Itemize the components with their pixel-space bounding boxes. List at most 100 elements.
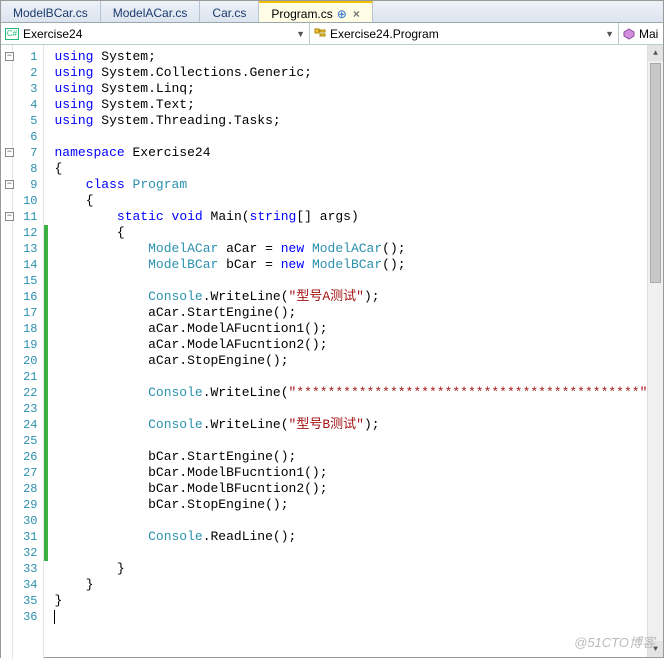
code-line[interactable] (54, 401, 663, 417)
line-number: 28 (13, 481, 37, 497)
code-line[interactable]: { (54, 225, 663, 241)
tab-label: ModelACar.cs (113, 6, 188, 20)
fold-toggle[interactable]: − (5, 180, 14, 189)
chevron-down-icon: ▼ (296, 29, 305, 39)
line-number: 34 (13, 577, 37, 593)
scroll-up-button[interactable]: ▲ (648, 45, 663, 61)
code-area[interactable]: using System;using System.Collections.Ge… (44, 45, 663, 659)
code-line[interactable]: Console.WriteLine("*********************… (54, 385, 663, 401)
code-line[interactable] (54, 129, 663, 145)
scope-dropdown-right[interactable]: Exercise24.Program ▼ (310, 23, 619, 44)
line-number: 21 (13, 369, 37, 385)
line-number: 10 (13, 193, 37, 209)
line-number: 31 (13, 529, 37, 545)
code-line[interactable] (54, 513, 663, 529)
code-line[interactable]: { (54, 193, 663, 209)
line-number: 9 (13, 177, 37, 193)
code-line[interactable]: aCar.StopEngine(); (54, 353, 663, 369)
line-number: 33 (13, 561, 37, 577)
line-number: 17 (13, 305, 37, 321)
code-line[interactable]: using System.Linq; (54, 81, 663, 97)
line-number: 24 (13, 417, 37, 433)
code-line[interactable] (54, 369, 663, 385)
line-number: 16 (13, 289, 37, 305)
class-icon (314, 28, 326, 40)
code-line[interactable] (54, 545, 663, 561)
fold-toggle[interactable]: − (5, 52, 14, 61)
fold-toggle[interactable]: − (5, 212, 14, 221)
line-number: 13 (13, 241, 37, 257)
line-number-gutter: 1234567891011121314151617181920212223242… (13, 45, 44, 659)
close-icon[interactable]: × (353, 7, 360, 21)
csharp-icon: C# (5, 28, 19, 40)
code-line[interactable]: aCar.StartEngine(); (54, 305, 663, 321)
line-number: 6 (13, 129, 37, 145)
line-number: 23 (13, 401, 37, 417)
tab-bar: ModelBCar.cs ModelACar.cs Car.cs Program.cs… (1, 1, 663, 23)
code-line[interactable]: ModelBCar bCar = new ModelBCar(); (54, 257, 663, 273)
line-number: 18 (13, 321, 37, 337)
code-line[interactable] (54, 433, 663, 449)
scope-member-label: Mai (639, 27, 658, 41)
outline-gutter: − − − − (1, 45, 13, 659)
line-number: 27 (13, 465, 37, 481)
code-line[interactable]: aCar.ModelAFucntion2(); (54, 337, 663, 353)
code-line[interactable]: bCar.ModelBFucntion1(); (54, 465, 663, 481)
code-line[interactable]: bCar.StartEngine(); (54, 449, 663, 465)
scroll-down-button[interactable]: ▼ (648, 641, 663, 657)
line-number: 3 (13, 81, 37, 97)
change-indicator (44, 225, 48, 561)
line-number: 5 (13, 113, 37, 129)
code-line[interactable]: class Program (54, 177, 663, 193)
tab-label: Program.cs (271, 7, 332, 21)
navigation-bar: C# Exercise24 ▼ Exercise24.Program ▼ Mai (1, 23, 663, 45)
tab-label: Car.cs (212, 6, 246, 20)
code-line[interactable]: } (54, 561, 663, 577)
code-line[interactable]: static void Main(string[] args) (54, 209, 663, 225)
line-number: 14 (13, 257, 37, 273)
line-number: 8 (13, 161, 37, 177)
tab-label: ModelBCar.cs (13, 6, 88, 20)
line-number: 7 (13, 145, 37, 161)
vertical-scrollbar[interactable]: ▲ ▼ (647, 45, 663, 657)
fold-toggle[interactable]: − (5, 148, 14, 157)
line-number: 36 (13, 609, 37, 625)
code-line[interactable]: ModelACar aCar = new ModelACar(); (54, 241, 663, 257)
scope-dropdown-left[interactable]: C# Exercise24 ▼ (1, 23, 310, 44)
scope-right-label: Exercise24.Program (330, 27, 439, 41)
line-number: 29 (13, 497, 37, 513)
tab-program-cs[interactable]: Program.cs ⊕ × (259, 1, 372, 22)
code-line[interactable] (54, 273, 663, 289)
code-line[interactable]: } (54, 593, 663, 609)
code-line[interactable]: aCar.ModelAFucntion1(); (54, 321, 663, 337)
scrollbar-thumb[interactable] (650, 63, 661, 283)
pin-icon[interactable]: ⊕ (337, 7, 347, 21)
code-line[interactable]: using System.Threading.Tasks; (54, 113, 663, 129)
code-line[interactable]: using System; (54, 49, 663, 65)
method-icon (623, 28, 635, 40)
code-line[interactable]: Console.WriteLine("型号A测试"); (54, 289, 663, 305)
code-line[interactable]: bCar.StopEngine(); (54, 497, 663, 513)
code-line[interactable] (54, 609, 663, 625)
line-number: 12 (13, 225, 37, 241)
tab-car-cs[interactable]: Car.cs (200, 1, 259, 22)
code-line[interactable]: bCar.ModelBFucntion2(); (54, 481, 663, 497)
code-line[interactable]: using System.Collections.Generic; (54, 65, 663, 81)
line-number: 15 (13, 273, 37, 289)
tab-modelbcar-cs[interactable]: ModelBCar.cs (1, 1, 101, 22)
tab-modelacar-cs[interactable]: ModelACar.cs (101, 1, 201, 22)
line-number: 32 (13, 545, 37, 561)
code-editor[interactable]: −−−− 12345678910111213141516171819202122… (1, 45, 663, 659)
code-line[interactable]: } (54, 577, 663, 593)
scope-dropdown-member[interactable]: Mai (619, 23, 663, 44)
code-line[interactable]: { (54, 161, 663, 177)
line-number: 25 (13, 433, 37, 449)
code-line[interactable]: namespace Exercise24 (54, 145, 663, 161)
line-number: 4 (13, 97, 37, 113)
scope-left-label: Exercise24 (23, 27, 82, 41)
code-line[interactable]: Console.WriteLine("型号B测试"); (54, 417, 663, 433)
code-line[interactable]: Console.ReadLine(); (54, 529, 663, 545)
code-line[interactable]: using System.Text; (54, 97, 663, 113)
line-number: 30 (13, 513, 37, 529)
line-number: 11 (13, 209, 37, 225)
